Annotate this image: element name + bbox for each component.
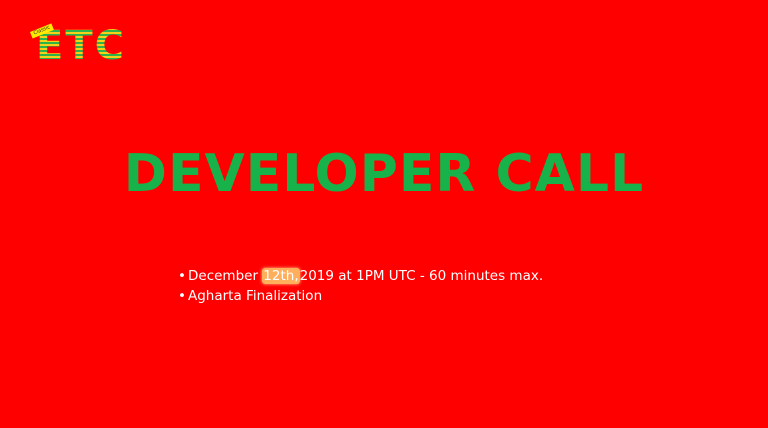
list-item: • Agharta Finalization <box>178 286 543 306</box>
list-item: • December 12th,2019 at 1PM UTC - 60 minu… <box>178 266 543 286</box>
etc-logo: ETC Classic <box>30 23 130 69</box>
logo-text: ETC <box>36 23 126 69</box>
bullet-marker: • <box>178 268 186 284</box>
slide: ETC Classic DEVELOPER CALL • December 12t… <box>0 0 768 428</box>
date-suffix: 2019 at 1PM UTC - 60 minutes max. <box>299 268 544 284</box>
page-title: DEVELOPER CALL <box>123 144 645 204</box>
agenda-item: Agharta Finalization <box>188 288 323 304</box>
date-highlight: 12th, <box>262 268 300 284</box>
bullet-marker: • <box>178 288 186 304</box>
date-prefix: December <box>188 268 263 284</box>
bullet-list: • December 12th,2019 at 1PM UTC - 60 minu… <box>178 266 543 306</box>
